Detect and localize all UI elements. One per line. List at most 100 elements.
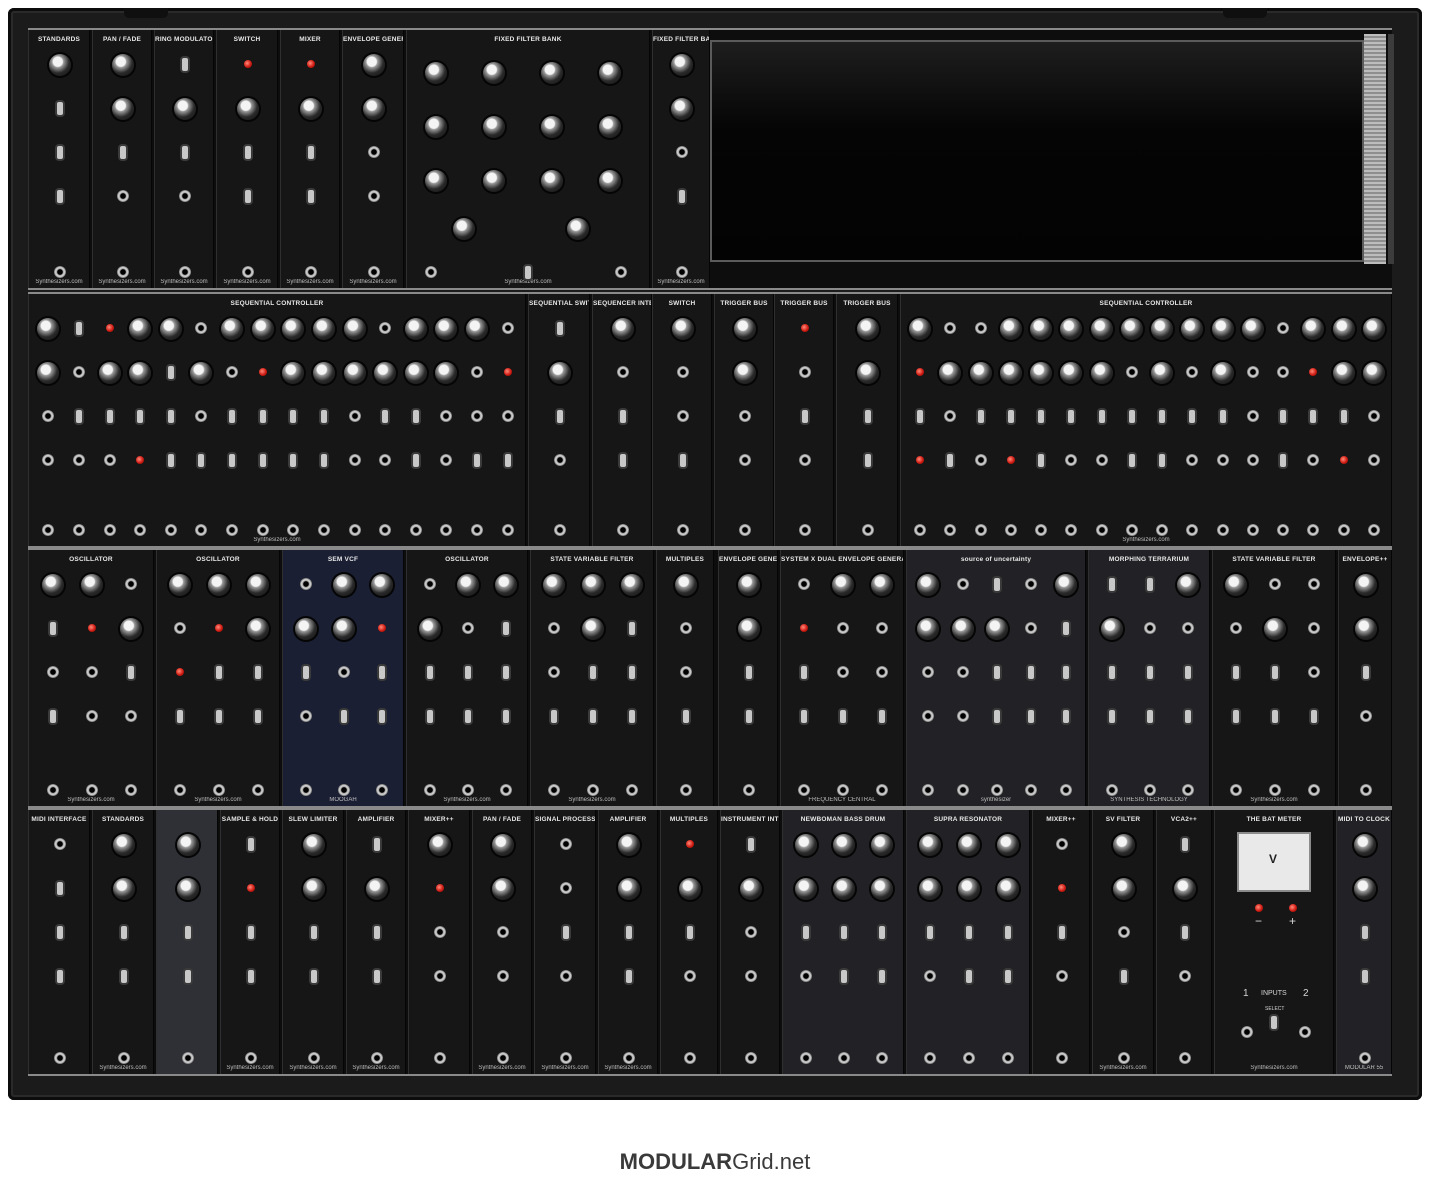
output-jack[interactable]: [213, 784, 225, 796]
toggle-switch[interactable]: [121, 926, 127, 939]
patch-jack[interactable]: [1246, 454, 1259, 466]
patch-jack[interactable]: [1246, 366, 1259, 378]
output-jack[interactable]: [1269, 784, 1281, 796]
patch-jack[interactable]: [1246, 410, 1259, 422]
toggle-switch[interactable]: [379, 666, 385, 679]
toggle-switch[interactable]: [1147, 578, 1153, 591]
output-jack[interactable]: [1186, 524, 1199, 536]
patch-jack[interactable]: [434, 970, 446, 982]
toggle-switch[interactable]: [1068, 410, 1075, 423]
patch-jack[interactable]: [1277, 366, 1290, 378]
knob[interactable]: [671, 54, 693, 76]
output-jack[interactable]: [1359, 1052, 1371, 1064]
knob[interactable]: [343, 362, 366, 384]
output-jack[interactable]: [1001, 1052, 1014, 1064]
patch-jack[interactable]: [1360, 710, 1372, 722]
output-jack[interactable]: [308, 1052, 320, 1064]
patch-jack[interactable]: [560, 838, 572, 850]
output-jack[interactable]: [876, 1052, 888, 1064]
patch-jack[interactable]: [174, 622, 187, 634]
toggle-switch[interactable]: [248, 838, 254, 851]
toggle-switch[interactable]: [683, 710, 689, 723]
patch-jack[interactable]: [944, 322, 957, 334]
output-jack[interactable]: [1004, 524, 1017, 536]
patch-jack[interactable]: [1307, 666, 1320, 678]
patch-jack[interactable]: [924, 970, 937, 982]
patch-jack[interactable]: [195, 410, 208, 422]
filter-band-knob[interactable]: [483, 116, 505, 138]
output-jack[interactable]: [164, 524, 177, 536]
filter-band-knob[interactable]: [425, 116, 447, 138]
output-jack[interactable]: [956, 784, 969, 796]
knob[interactable]: [795, 834, 817, 856]
output-jack[interactable]: [497, 1052, 509, 1064]
patch-jack[interactable]: [501, 410, 514, 422]
toggle-switch[interactable]: [1310, 710, 1317, 723]
filter-band-knob[interactable]: [541, 116, 563, 138]
output-jack[interactable]: [676, 266, 688, 278]
knob[interactable]: [246, 574, 269, 596]
toggle-switch[interactable]: [1189, 410, 1196, 423]
output-jack[interactable]: [837, 784, 849, 796]
output-jack[interactable]: [501, 524, 514, 536]
knob[interactable]: [129, 318, 152, 340]
knob[interactable]: [113, 878, 135, 900]
toggle-switch[interactable]: [216, 666, 222, 679]
knob[interactable]: [333, 618, 355, 640]
patch-jack[interactable]: [837, 666, 849, 678]
toggle-switch[interactable]: [120, 146, 126, 159]
output-jack[interactable]: [1095, 524, 1108, 536]
toggle-switch[interactable]: [374, 838, 380, 851]
knob[interactable]: [734, 318, 756, 340]
toggle-switch[interactable]: [167, 454, 174, 467]
toggle-switch[interactable]: [182, 58, 188, 71]
output-jack[interactable]: [440, 524, 453, 536]
knob[interactable]: [435, 362, 458, 384]
output-jack[interactable]: [745, 1052, 757, 1064]
toggle-switch[interactable]: [341, 710, 347, 723]
lowpass-knob[interactable]: [453, 218, 475, 240]
toggle-switch[interactable]: [563, 926, 569, 939]
toggle-switch[interactable]: [748, 838, 754, 851]
toggle-switch[interactable]: [198, 454, 205, 467]
knob[interactable]: [303, 834, 325, 856]
filter-band-knob[interactable]: [541, 170, 563, 192]
filter-band-knob[interactable]: [541, 62, 563, 84]
output-jack[interactable]: [615, 266, 627, 278]
knob[interactable]: [495, 574, 517, 596]
toggle-switch[interactable]: [320, 454, 327, 467]
toggle-switch[interactable]: [379, 710, 385, 723]
knob[interactable]: [618, 834, 640, 856]
toggle-switch[interactable]: [879, 970, 885, 983]
toggle-switch[interactable]: [803, 926, 809, 939]
toggle-switch[interactable]: [1004, 970, 1011, 983]
knob[interactable]: [1174, 878, 1196, 900]
knob[interactable]: [738, 574, 760, 596]
knob[interactable]: [1225, 574, 1248, 596]
toggle-switch[interactable]: [1028, 666, 1035, 679]
toggle-switch[interactable]: [75, 410, 82, 423]
toggle-switch[interactable]: [1147, 710, 1153, 723]
output-jack[interactable]: [617, 524, 629, 536]
output-jack[interactable]: [1277, 524, 1290, 536]
patch-jack[interactable]: [922, 666, 935, 678]
knob[interactable]: [37, 362, 60, 384]
knob[interactable]: [871, 834, 893, 856]
patch-jack[interactable]: [42, 454, 55, 466]
toggle-switch[interactable]: [1182, 838, 1188, 851]
knob[interactable]: [675, 574, 697, 596]
toggle-switch[interactable]: [374, 926, 380, 939]
filter-band-knob[interactable]: [425, 170, 447, 192]
knob[interactable]: [1060, 362, 1083, 384]
toggle-switch[interactable]: [1362, 926, 1368, 939]
toggle-switch[interactable]: [1340, 410, 1347, 423]
output-jack[interactable]: [684, 1052, 696, 1064]
knob[interactable]: [795, 878, 817, 900]
toggle-switch[interactable]: [465, 666, 471, 679]
knob[interactable]: [300, 98, 322, 120]
toggle-switch[interactable]: [57, 882, 63, 895]
output-jack[interactable]: [42, 524, 55, 536]
knob[interactable]: [740, 878, 762, 900]
knob[interactable]: [986, 618, 1008, 640]
output-jack[interactable]: [1035, 524, 1048, 536]
